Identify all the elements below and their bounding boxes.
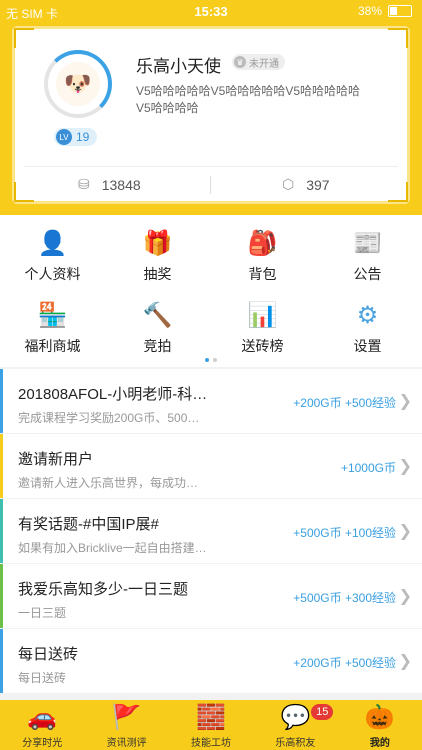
chat-icon: 💬 <box>280 703 311 731</box>
coins-icon: ⛁ <box>78 176 90 192</box>
clock: 15:33 <box>194 4 228 19</box>
battery-icon <box>388 5 412 17</box>
level-icon: LV <box>56 129 72 145</box>
tab-label: 技能工坊 <box>191 738 232 749</box>
bricks-icon: 🧱 <box>196 703 226 731</box>
notice-icon: 📰 <box>352 229 383 257</box>
notification-badge: 15 <box>311 704 334 720</box>
username: 乐高小天使 <box>136 57 221 76</box>
grid-label: 个人资料 <box>24 266 81 282</box>
tab-label: 资讯测评 <box>106 738 147 749</box>
gift-icon: 🎁 <box>142 229 173 257</box>
chevron-right-icon: ❯ <box>398 523 412 540</box>
brick-count: 397 <box>306 176 330 193</box>
grid-label: 抽奖 <box>143 266 172 282</box>
task-row[interactable]: 有奖话题-#中国IP展# 如果有加入Bricklive一起自由搭建… +500G… <box>0 499 422 563</box>
profile-card[interactable]: 🐶 LV 19 乐高小天使 ♛ 未开通 V5哈哈哈哈哈V5哈哈哈哈哈V5哈哈哈哈… <box>12 26 410 204</box>
task-title: 邀请新用户 <box>18 451 94 468</box>
grid-item-lottery[interactable]: 🎁 抽奖 <box>105 219 210 289</box>
task-desc: 完成课程学习奖励200G币、500… <box>18 411 200 425</box>
chevron-right-icon: ❯ <box>398 458 412 475</box>
grid-item-shop[interactable]: 🏪 福利商城 <box>0 291 105 361</box>
coin-stat[interactable]: ⛁ 13848 <box>78 176 141 193</box>
grid-item-ranking[interactable]: 📊 送砖榜 <box>210 291 315 361</box>
page-dot <box>213 358 217 362</box>
chevron-right-icon: ❯ <box>398 393 412 410</box>
gavel-icon: 🔨 <box>142 301 173 329</box>
avatar-image: 🐶 <box>56 62 100 106</box>
grid-label: 竞拍 <box>143 338 172 354</box>
coin-count: 13848 <box>101 176 141 193</box>
vip-status-tag[interactable]: ♛ 未开通 <box>232 54 285 70</box>
person-icon: 👤 <box>37 229 68 257</box>
task-row[interactable]: 201808AFOL-小明老师-科… 完成课程学习奖励200G币、500… +2… <box>0 369 422 433</box>
tab-bar: 🚗 分享时光 🚩 资讯测评 🧱 技能工坊 💬 15 乐高积友 🎃 我的 <box>0 700 422 750</box>
tab-label: 乐高积友 <box>275 738 316 749</box>
task-title: 我爱乐高知多少-一日三题 <box>18 581 188 598</box>
ranking-icon: 📊 <box>247 301 278 329</box>
grid-label: 福利商城 <box>24 338 81 354</box>
tab-label: 分享时光 <box>22 738 63 749</box>
task-title: 201808AFOL-小明老师-科… <box>18 386 208 403</box>
tab-mine[interactable]: 🎃 我的 <box>338 700 422 750</box>
car-icon: 🚗 <box>27 703 58 731</box>
page-dot-active <box>205 358 209 362</box>
task-reward: +500G币 +100经验 <box>293 526 396 540</box>
page-indicator <box>0 358 422 362</box>
task-reward: +200G币 +500经验 <box>293 656 396 670</box>
grid-item-auction[interactable]: 🔨 竞拍 <box>105 291 210 361</box>
tab-skill-workshop[interactable]: 🧱 技能工坊 <box>169 700 253 750</box>
task-title: 有奖话题-#中国IP展# <box>18 516 159 533</box>
tab-lego-friends[interactable]: 💬 15 乐高积友 <box>253 700 337 750</box>
shop-icon: 🏪 <box>37 301 68 329</box>
battery-percent: 38% <box>357 4 382 18</box>
tab-label: 我的 <box>369 738 390 749</box>
signature: V5哈哈哈哈哈V5哈哈哈哈哈V5哈哈哈哈哈V5哈哈哈哈 <box>136 84 361 115</box>
chevron-right-icon: ❯ <box>398 588 412 605</box>
task-row[interactable]: 我爱乐高知多少-一日三题 一日三题 +500G币 +300经验 ❯ <box>0 564 422 628</box>
task-desc: 每日送砖 <box>18 671 67 685</box>
task-desc: 一日三题 <box>18 606 67 620</box>
feature-grid: 👤 个人资料 🎁 抽奖 🎒 背包 📰 公告 🏪 福利商城 🔨 竞拍 📊 送砖榜 … <box>0 215 422 367</box>
profile-header: 无 SIM 卡 15:33 38% 🐶 LV 19 乐高小天使 ♛ 未开通 V5… <box>0 0 422 215</box>
vip-status-label: 未开通 <box>249 58 279 70</box>
grid-label: 背包 <box>248 266 277 282</box>
settings-icon: ⚙ <box>356 301 379 329</box>
tab-news-reviews[interactable]: 🚩 资讯测评 <box>84 700 168 750</box>
task-desc: 邀请新人进入乐高世界，每成功… <box>18 476 199 490</box>
task-reward: +1000G币 <box>340 461 396 475</box>
bag-icon: 🎒 <box>247 229 278 257</box>
task-title: 每日送砖 <box>18 646 79 663</box>
crown-icon: ♛ <box>234 56 246 68</box>
grid-label: 送砖榜 <box>241 338 284 354</box>
task-reward: +500G币 +300经验 <box>293 591 396 605</box>
grid-item-notice[interactable]: 📰 公告 <box>315 219 420 289</box>
brick-icon: ⬡ <box>282 176 295 192</box>
avatar[interactable]: 🐶 <box>44 50 112 118</box>
grid-item-settings[interactable]: ⚙ 设置 <box>315 291 420 361</box>
grid-item-profile[interactable]: 👤 个人资料 <box>0 219 105 289</box>
chevron-right-icon: ❯ <box>398 653 412 670</box>
task-row[interactable]: 每日送砖 每日送砖 +200G币 +500经验 ❯ <box>0 629 422 693</box>
grid-label: 公告 <box>353 266 382 282</box>
task-reward: +200G币 +500经验 <box>293 396 396 410</box>
carrier-label: 无 SIM 卡 <box>6 7 59 21</box>
tab-share-moments[interactable]: 🚗 分享时光 <box>0 700 84 750</box>
task-list: 201808AFOL-小明老师-科… 完成课程学习奖励200G币、500… +2… <box>0 369 422 694</box>
brick-stat[interactable]: ⬡ 397 <box>282 176 330 193</box>
level-badge: LV 19 <box>54 128 98 146</box>
status-bar: 无 SIM 卡 15:33 38% <box>0 0 422 24</box>
task-row[interactable]: 邀请新用户 邀请新人进入乐高世界，每成功… +1000G币 ❯ <box>0 434 422 498</box>
grid-item-backpack[interactable]: 🎒 背包 <box>210 219 315 289</box>
level-value: 19 <box>76 130 90 144</box>
grid-label: 设置 <box>353 338 382 354</box>
minifigure-icon: 🎃 <box>364 703 395 731</box>
flag-icon: 🚩 <box>111 703 142 731</box>
task-desc: 如果有加入Bricklive一起自由搭建… <box>18 541 207 555</box>
